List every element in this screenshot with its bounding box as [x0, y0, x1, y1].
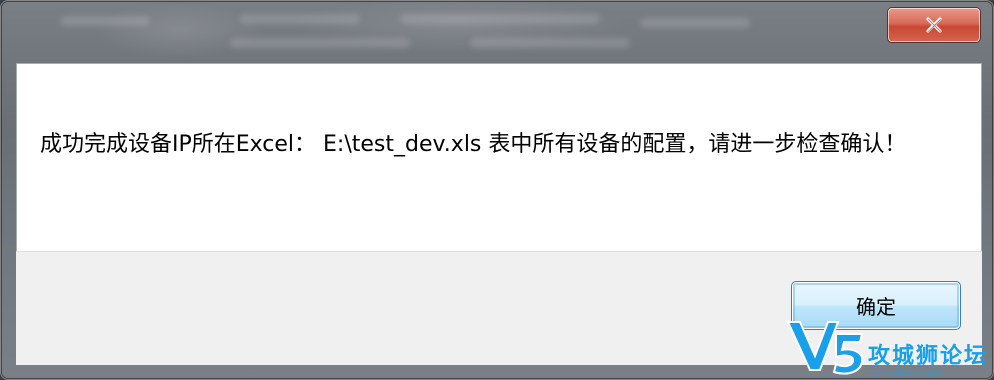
blurred-background — [240, 14, 360, 24]
blurred-background — [230, 38, 410, 48]
message-text: 成功完成设备IP所在Excel： E:\test_dev.xls 表中所有设备的… — [40, 132, 907, 157]
close-button[interactable] — [888, 8, 980, 42]
blurred-background — [400, 14, 600, 24]
dialog-content: 成功完成设备IP所在Excel： E:\test_dev.xls 表中所有设备的… — [16, 63, 982, 365]
close-icon — [926, 17, 942, 33]
watermark-site-url: bbs.vlan5.com — [870, 368, 944, 379]
blurred-background — [60, 16, 150, 26]
ok-button[interactable]: 确定 — [791, 281, 961, 330]
blurred-background — [470, 38, 630, 48]
blurred-background — [640, 18, 750, 28]
dialog-window: 成功完成设备IP所在Excel： E:\test_dev.xls 表中所有设备的… — [0, 0, 994, 380]
button-panel: 确定 — [16, 251, 982, 365]
